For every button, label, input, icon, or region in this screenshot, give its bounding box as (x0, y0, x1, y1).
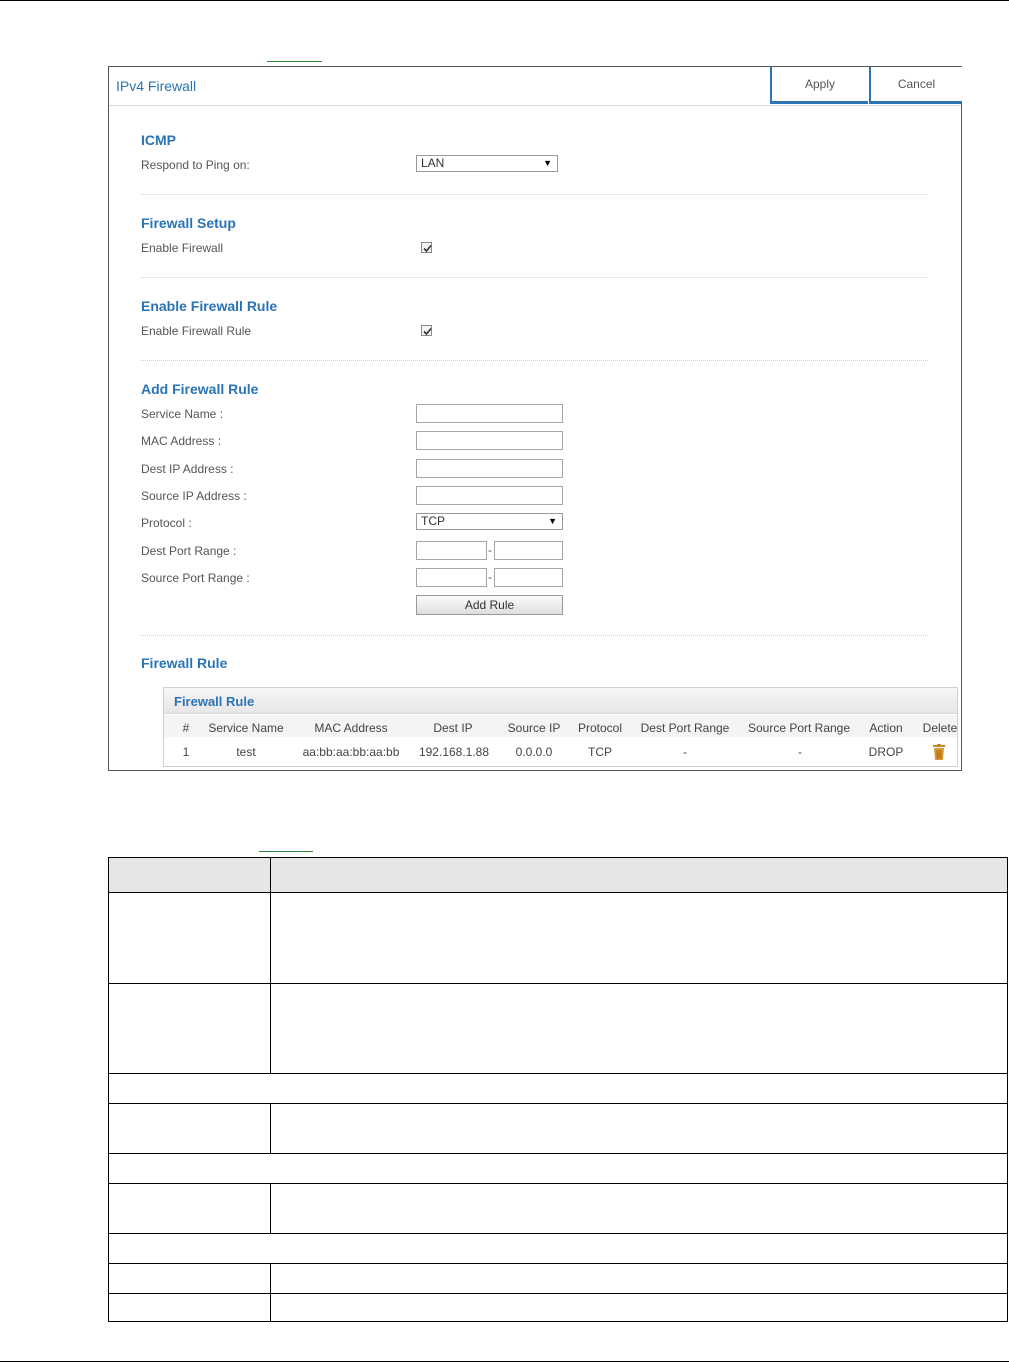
page-bottom-rule (0, 1361, 1009, 1362)
section-divider (141, 635, 928, 636)
dest-ip-label: Dest IP Address : (141, 462, 234, 476)
section-divider (141, 194, 928, 195)
service-name-input[interactable] (416, 404, 563, 423)
source-port-start-input[interactable] (416, 568, 487, 587)
section-title-add-rule: Add Firewall Rule (141, 381, 259, 397)
checkmark-icon (423, 327, 432, 336)
description-table-header (109, 858, 1007, 892)
enable-firewall-label: Enable Firewall (141, 241, 224, 255)
firewall-rule-table: Firewall Rule # Service Name MAC Address… (163, 687, 958, 767)
ping-select-value: LAN (421, 156, 445, 170)
table-row (109, 1103, 1007, 1153)
enable-firewall-checkbox[interactable] (421, 242, 432, 253)
enable-rule-label: Enable Firewall Rule (141, 324, 252, 338)
page-top-rule (0, 0, 1009, 1)
apply-button[interactable]: Apply (770, 67, 868, 104)
figure-link-underline[interactable] (267, 61, 322, 62)
service-name-label: Service Name : (141, 407, 224, 421)
dest-port-end-input[interactable] (494, 541, 563, 560)
table-row (109, 1263, 1007, 1293)
column-header: # (182, 721, 190, 735)
dest-port-start-input[interactable] (416, 541, 487, 560)
section-title-firewall-rule: Firewall Rule (141, 655, 228, 671)
table-cell: - (683, 745, 687, 759)
table-link-underline[interactable] (259, 851, 313, 852)
section-title-firewall-setup: Firewall Setup (141, 215, 236, 231)
firewall-rule-table-header: Firewall Rule (164, 688, 957, 714)
table-cell: aa:bb:aa:bb:aa:bb (302, 745, 400, 759)
protocol-select[interactable]: TCP ▼ (416, 513, 563, 530)
mac-address-input[interactable] (416, 431, 563, 450)
table-cell: test (236, 745, 256, 759)
cancel-button[interactable]: Cancel (869, 67, 962, 104)
dest-ip-input[interactable] (416, 459, 563, 478)
section-divider (141, 277, 928, 278)
column-header: Dest IP (433, 721, 473, 735)
column-header: Delete (922, 721, 958, 735)
source-ip-label: Source IP Address : (141, 489, 247, 503)
table-row (109, 1153, 1007, 1183)
firewall-rule-table-title: Firewall Rule (174, 694, 255, 709)
table-cell: 0.0.0.0 (515, 745, 553, 759)
table-cell: - (798, 745, 802, 759)
table-row (109, 1293, 1007, 1321)
table-row (109, 983, 1007, 1073)
mac-address-label: MAC Address : (141, 434, 222, 448)
column-header: Action (869, 721, 903, 735)
table-cell: 1 (182, 745, 190, 759)
column-divider (270, 1183, 271, 1233)
section-title-enable-rule: Enable Firewall Rule (141, 298, 278, 314)
table-cell: TCP (588, 745, 612, 759)
dest-port-range-label: Dest Port Range : (141, 544, 237, 558)
source-port-range-separator: - (488, 570, 492, 584)
section-divider (141, 360, 928, 361)
trash-icon[interactable] (932, 744, 946, 761)
enable-rule-checkbox[interactable] (421, 325, 432, 336)
ping-select[interactable]: LAN ▼ (416, 155, 558, 172)
table-row (109, 1233, 1007, 1263)
add-rule-button[interactable]: Add Rule (416, 595, 563, 615)
source-ip-input[interactable] (416, 486, 563, 505)
ipv4-firewall-panel: IPv4 Firewall Apply Cancel ICMP Respond … (108, 66, 962, 771)
protocol-select-value: TCP (421, 514, 445, 528)
triangle-down-icon: ▼ (548, 516, 557, 526)
description-table (108, 857, 1008, 1322)
table-row (109, 1183, 1007, 1233)
ping-label: Respond to Ping on: (141, 158, 250, 172)
column-header: MAC Address (314, 721, 388, 735)
table-row (109, 1073, 1007, 1103)
table-row (109, 892, 1007, 983)
column-header: Source Port Range (747, 721, 851, 735)
source-port-end-input[interactable] (494, 568, 563, 587)
table-cell: 192.168.1.88 (418, 745, 490, 759)
section-title-icmp: ICMP (141, 132, 176, 148)
column-header: Service Name (208, 721, 284, 735)
triangle-down-icon: ▼ (543, 158, 552, 168)
table-cell: DROP (868, 745, 904, 759)
column-header: Dest Port Range (640, 721, 730, 735)
checkmark-icon (423, 244, 432, 253)
column-divider (270, 1103, 271, 1153)
panel-title: IPv4 Firewall (116, 78, 197, 94)
dest-port-range-separator: - (488, 543, 492, 557)
source-port-range-label: Source Port Range : (141, 571, 250, 585)
panel-header: IPv4 Firewall Apply Cancel (109, 67, 962, 106)
column-header: Protocol (577, 721, 623, 735)
column-header: Source IP (507, 721, 561, 735)
protocol-label: Protocol : (141, 516, 192, 530)
